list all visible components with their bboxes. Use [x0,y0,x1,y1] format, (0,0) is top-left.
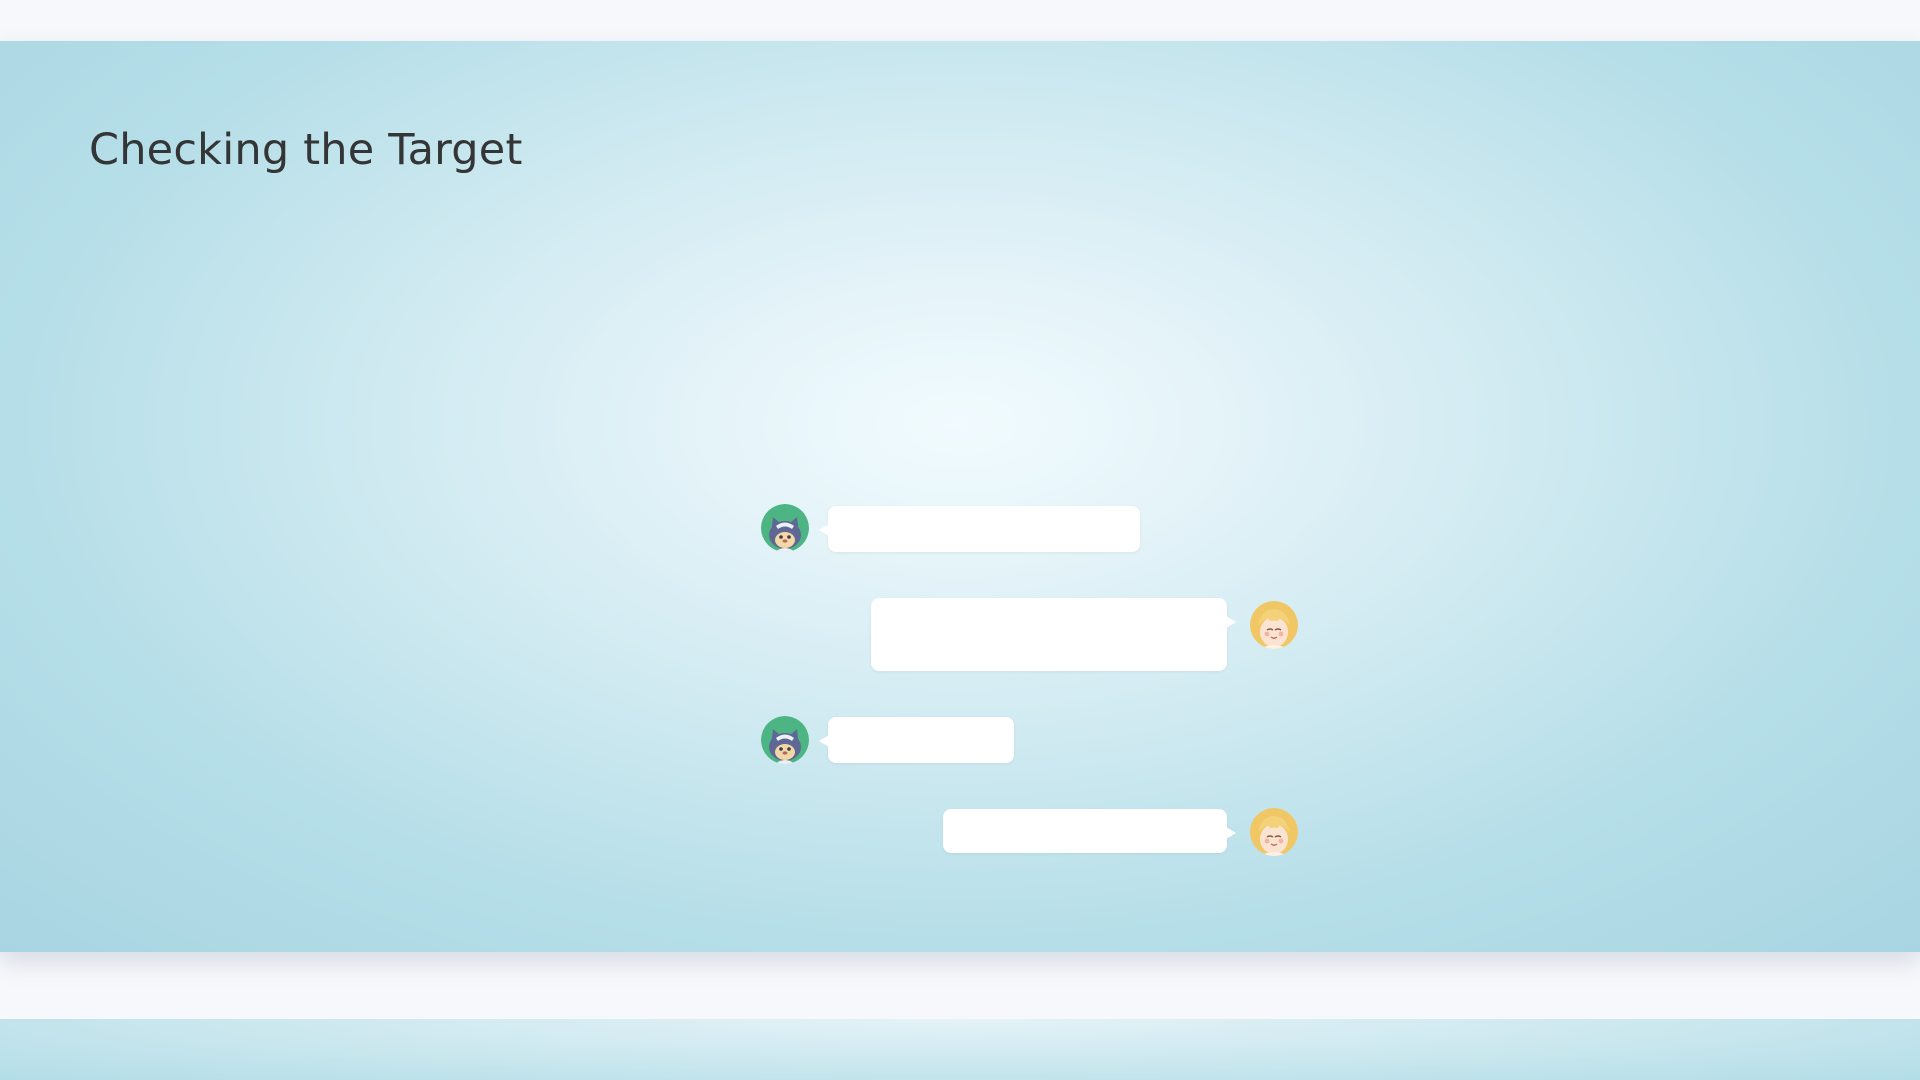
cat-ninja-avatar-icon [761,504,809,552]
cat-ninja-avatar-icon [761,716,809,764]
girl-blonde-avatar-icon [1250,601,1298,649]
slide-current: Checking the Target [0,41,1920,952]
chat-bubble-text [871,598,1227,622]
chat-bubble [871,598,1236,671]
chat-bubble [819,506,1140,552]
chat-bubble [819,717,1014,763]
chat-bubble [943,809,1236,853]
slide-title: Checking the Target [89,125,523,175]
chat-bubble-text [943,809,1227,833]
chat-bubble-text [828,506,1140,530]
presentation-viewport: Checking the Target [0,0,1920,1080]
chat-bubble-text [828,717,1014,741]
slide-next-preview [0,1019,1920,1080]
girl-blonde-avatar-icon [1250,808,1298,856]
